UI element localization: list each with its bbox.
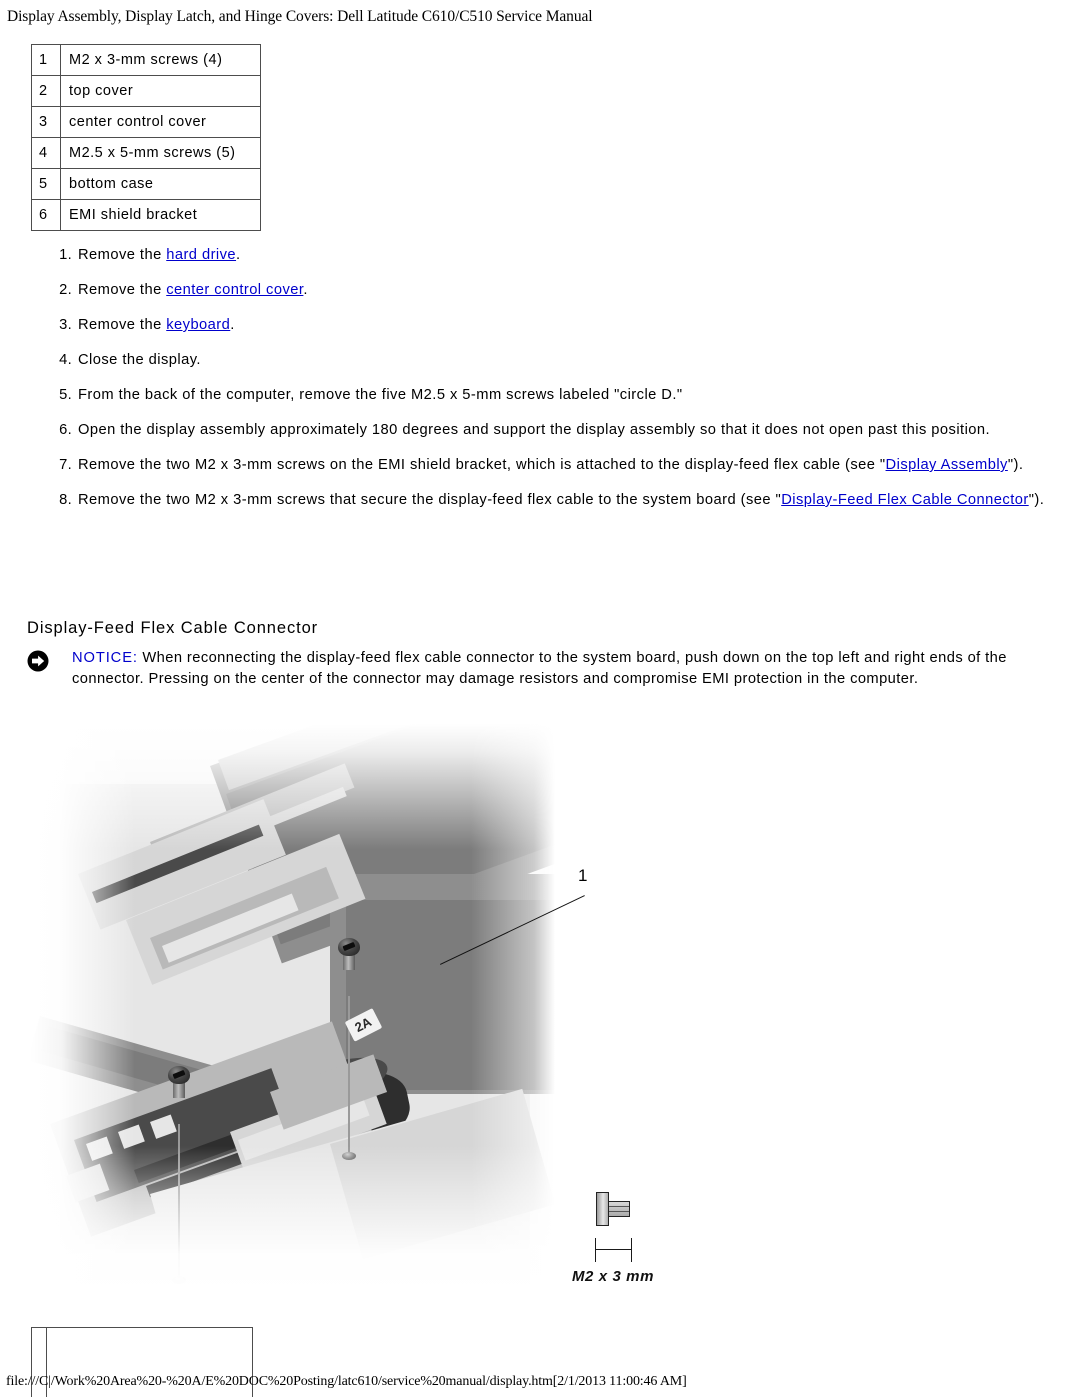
procedure-steps-list: 1. Remove the hard drive. 2. Remove the ce…: [46, 245, 1054, 525]
legend-label: center control cover: [60, 106, 261, 138]
step-text: Remove the two M2 x 3-mm screws on the E…: [78, 457, 886, 473]
section-heading: Display-Feed Flex Cable Connector: [27, 619, 319, 637]
step-text-tail: ").: [1007, 457, 1024, 473]
screw-body: [173, 1082, 185, 1098]
dimension-bar: [595, 1249, 631, 1250]
legend-label: M2.5 x 5-mm screws (5): [60, 137, 261, 169]
screw-size-legend: M2 x 3 mm: [548, 1188, 678, 1285]
list-item: 6. Open the display assembly approximatel…: [46, 420, 1054, 441]
legend-number: 1: [31, 44, 61, 76]
dimension-tick-left: [595, 1238, 596, 1262]
screw-tip: [342, 1152, 356, 1160]
step-text-tail: .: [303, 282, 308, 298]
step-link[interactable]: Display Assembly: [886, 457, 1008, 473]
step-marker: 4.: [59, 352, 72, 368]
notice-text: NOTICE: When reconnecting the display-fe…: [72, 648, 1055, 690]
step-text: From the back of the computer, remove th…: [78, 387, 683, 403]
step-marker: 1.: [59, 247, 72, 263]
list-item: 5. From the back of the computer, remove …: [46, 385, 1054, 406]
step-marker: 8.: [59, 492, 72, 508]
table-row: 5 bottom case: [31, 168, 261, 200]
table-row: 4 M2.5 x 5-mm screws (5): [31, 137, 261, 169]
dimension-tick-right: [631, 1238, 632, 1262]
list-item: 2. Remove the center control cover.: [46, 280, 1054, 301]
step-text: Remove the: [78, 247, 167, 263]
callout-number-1: 1: [578, 866, 588, 885]
table-row: 1 M2 x 3-mm screws (4): [31, 44, 261, 76]
screw-head: [168, 1066, 190, 1084]
step-link[interactable]: keyboard: [166, 317, 230, 333]
screw-head: [338, 938, 360, 956]
step-text: Remove the: [78, 282, 167, 298]
screw-tip: [172, 1276, 186, 1284]
screw-side-view-icon: [590, 1188, 636, 1230]
table-row: 6 EMI shield bracket: [31, 199, 261, 231]
legend-label: M2 x 3-mm screws (4): [60, 44, 261, 76]
list-item: 7. Remove the two M2 x 3-mm screws on the…: [46, 455, 1054, 476]
legend-number: 5: [31, 168, 61, 200]
step-marker: 6.: [59, 422, 72, 438]
list-item: 1. Remove the hard drive.: [46, 245, 1054, 266]
screw-legend-caption: M2 x 3 mm: [571, 1268, 655, 1285]
photo-scene: 2A: [30, 724, 555, 1294]
step-link[interactable]: hard drive: [166, 247, 236, 263]
legend-number: 4: [31, 137, 61, 169]
step-marker: 7.: [59, 457, 72, 473]
screw-shaft: [178, 1124, 180, 1284]
legend-label: top cover: [60, 75, 261, 107]
notice-arrow-icon: [27, 650, 49, 672]
step-text-tail: ").: [1028, 492, 1045, 508]
step-text-tail: .: [230, 317, 235, 333]
list-item: 8. Remove the two M2 x 3-mm screws that s…: [46, 490, 1054, 511]
step-text: Open the display assembly approximately …: [78, 422, 991, 438]
notice-message: When reconnecting the display-feed flex …: [72, 650, 1007, 687]
step-marker: 5.: [59, 387, 72, 403]
notice-block: NOTICE: When reconnecting the display-fe…: [27, 648, 1055, 690]
list-item: 3. Remove the keyboard.: [46, 315, 1054, 336]
step-text: Remove the two M2 x 3-mm screws that sec…: [78, 492, 782, 508]
step-marker: 2.: [59, 282, 72, 298]
legend-label: bottom case: [60, 168, 261, 200]
table-row: 3 center control cover: [31, 106, 261, 138]
callout-legend-table: 1 M2 x 3-mm screws (4) 2 top cover 3 cen…: [31, 44, 261, 231]
length-dimension-icon: [591, 1236, 635, 1264]
footer-url: file:///C|/Work%20Area%20-%20A/E%20DOC%2…: [6, 1374, 687, 1389]
photo-laptop-interior: 2A: [30, 724, 555, 1294]
step-text-tail: .: [236, 247, 241, 263]
legend-label: EMI shield bracket: [60, 199, 261, 231]
step-text: Remove the: [78, 317, 167, 333]
legend-number: 3: [31, 106, 61, 138]
legend-number: 2: [31, 75, 61, 107]
step-link[interactable]: center control cover: [166, 282, 303, 298]
list-item: 4. Close the display.: [46, 350, 1054, 371]
step-link[interactable]: Display-Feed Flex Cable Connector: [781, 492, 1029, 508]
screw-thread-shape: [608, 1201, 630, 1217]
step-marker: 3.: [59, 317, 72, 333]
notice-label: NOTICE:: [72, 650, 138, 666]
step-text: Close the display.: [78, 352, 201, 368]
table-row: 2 top cover: [31, 75, 261, 107]
page-title: Display Assembly, Display Latch, and Hin…: [7, 8, 593, 25]
legend-number: 6: [31, 199, 61, 231]
legend-table-body: 1 M2 x 3-mm screws (4) 2 top cover 3 cen…: [31, 44, 261, 231]
screw-body: [343, 954, 355, 970]
